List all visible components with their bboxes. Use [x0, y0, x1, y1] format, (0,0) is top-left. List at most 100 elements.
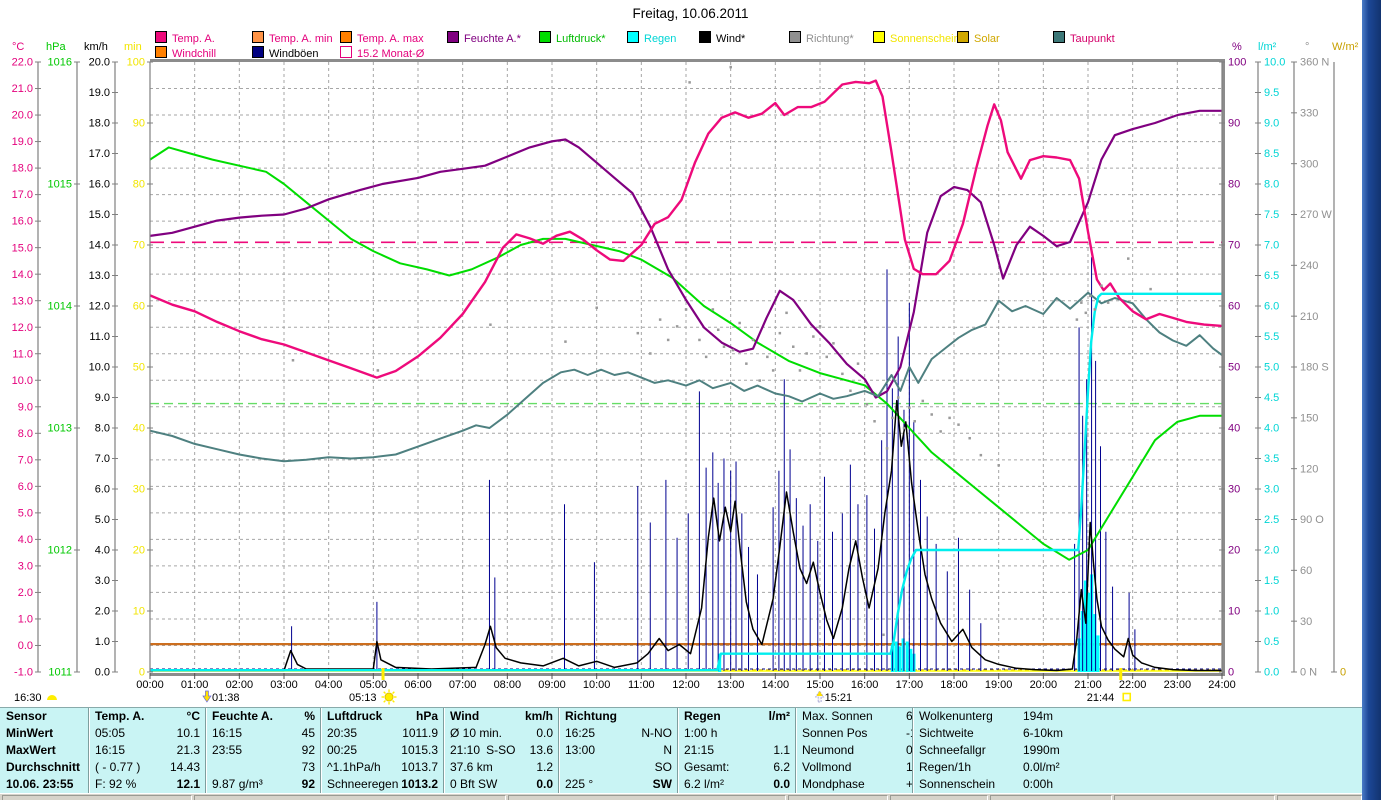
axis-solar-tick-label: 0 — [1340, 667, 1346, 679]
axis-min-tick-label: 10 — [133, 606, 145, 618]
axis-wind-tick-label: 6.0 — [95, 484, 110, 496]
cell-value: 1.2 — [536, 760, 553, 774]
window-edge-strip — [1362, 0, 1381, 800]
info-row: Schneefallgr 1990m — [913, 742, 1363, 759]
table-cell-row: 21:15 1.1 — [678, 742, 796, 759]
marker-moon-set-prev: 16:30 — [14, 692, 57, 704]
cell-time: 20:35 — [327, 726, 358, 740]
cell-value: 1013.7 — [401, 760, 438, 774]
marker-time-label: 21:44 — [1087, 692, 1115, 704]
axis-pct-tick-label: 10 — [1228, 606, 1240, 618]
axis-rain-tick-label: 9.0 — [1264, 118, 1279, 130]
cell-time: 16:15 — [212, 726, 243, 740]
cell-value: 92 — [301, 743, 315, 757]
cell-value: 10.1 — [176, 726, 200, 740]
info-row: Neumond01.07.11 — [796, 742, 913, 759]
cell-time: 05:05 — [95, 726, 126, 740]
axis-min-tick-label: 60 — [133, 301, 145, 313]
axis-wind-tick-label: 12.0 — [89, 301, 110, 313]
x-axis-label: 11:00 — [628, 679, 655, 691]
gridlines — [150, 62, 1222, 672]
table-info-col-0: Max. Sonnen61,611°Sonnen Pos-12,770°Neum… — [795, 708, 913, 793]
statusbar-segment — [990, 795, 1112, 800]
axis-wind-tick-label: 20.0 — [89, 57, 110, 69]
marker-moonrise: 15:21 — [814, 690, 852, 704]
axis-wind-tick-label: 17.0 — [89, 148, 110, 160]
axis-wind-tick-label: 16.0 — [89, 179, 110, 191]
axis-temp-tick-label: 16.0 — [12, 216, 33, 228]
info-row: Regen/1h 0.0l/m² — [913, 759, 1363, 776]
table-cell-row: Schneeregen 1013.2 — [321, 776, 444, 793]
cell-time: 13:00 — [565, 743, 596, 757]
cell-value: 73 — [301, 760, 315, 774]
axis-dir-tick-label: 360 N — [1300, 57, 1329, 69]
table-cell-row: Gesamt: 6.2 — [678, 759, 796, 776]
cell-value — [717, 725, 790, 742]
x-axis-label: 10:00 — [583, 679, 611, 691]
x-axis-label: 04:00 — [315, 679, 343, 691]
info-label: Sonnen Pos — [802, 726, 868, 740]
axis-min-tick-label: 100 — [127, 57, 145, 69]
axis-temp-tick-label: 0.0 — [18, 640, 33, 652]
weather-app-window: Freitag, 10.06.2011 Temp. A. Temp. A. min… — [0, 0, 1381, 800]
info-label: Wolkenunterg — [919, 709, 993, 723]
axis-hpa-tick-label: 1011 — [48, 667, 72, 679]
axis-rain-tick-label: 0.5 — [1264, 636, 1279, 648]
axis-dir-tick-label: 120 — [1300, 463, 1318, 475]
table-col-feuchte-a-: Feuchte A.% 16:15 45 23:55 92 73 9.87 g/m³ 92 — [205, 708, 321, 793]
axis-pct-tick-label: 0 — [1228, 667, 1234, 679]
axis-temp-tick-label: 2.0 — [18, 587, 33, 599]
axis-temp-tick-label: 5.0 — [18, 507, 33, 519]
table-cell-row: 6.2 l/m² 0.0 — [678, 776, 796, 793]
cell-value: 12.1 — [176, 777, 200, 791]
axis-rain-tick-label: 5.0 — [1264, 362, 1279, 374]
x-axis-label: 24:00 — [1208, 679, 1236, 691]
cell-time: ^1.1hPa/h — [327, 760, 381, 774]
marker-moonset: 01:38 — [202, 690, 240, 704]
column-header: Luftdruck — [327, 709, 383, 723]
info-value: 0:00h — [1023, 777, 1054, 791]
axis-min-tick-label: 50 — [133, 362, 145, 374]
info-value: 6-10km — [1023, 726, 1064, 740]
x-axis-label: 19:00 — [985, 679, 1013, 691]
axis-solar: 0 W/m² — [1331, 41, 1359, 679]
x-axis-label: 14:00 — [762, 679, 790, 691]
axis-wind-tick-label: 0.0 — [95, 667, 110, 679]
marker-time-label: 01:38 — [212, 692, 240, 704]
table-cell-row: 16:15 21.3 — [89, 742, 206, 759]
axis-hpa-header: hPa — [46, 41, 66, 53]
column-unit: l/m² — [768, 709, 790, 723]
axis-temp-tick-label: -1.0 — [14, 667, 33, 679]
x-axis-label: 01:00 — [181, 679, 209, 691]
table-cell-row: 225 ° SW — [559, 776, 678, 793]
axis-temp-tick-label: 19.0 — [12, 136, 33, 148]
axis-rain-tick-label: 0.0 — [1264, 667, 1279, 679]
axis-rain-tick-label: 1.0 — [1264, 606, 1279, 618]
axis-dir-tick-label: 330 — [1300, 107, 1318, 119]
table-cell-row: 1:00 h — [678, 725, 796, 742]
column-unit: hPa — [415, 709, 438, 723]
axis-dir-tick-label: 270 W — [1300, 209, 1332, 221]
axis-wind-tick-label: 3.0 — [95, 575, 110, 587]
axis-rain-tick-label: 4.5 — [1264, 392, 1279, 404]
x-axis-label: 00:00 — [136, 679, 164, 691]
axis-solar-header: W/m² — [1332, 41, 1359, 53]
table-cell-row: ^1.1hPa/h 1013.7 — [321, 759, 444, 776]
statusbar-segment — [194, 795, 506, 800]
info-row: Mondphase+ 71% — [796, 776, 913, 793]
column-header: Temp. A. — [95, 709, 145, 723]
axis-rain-tick-label: 5.5 — [1264, 331, 1279, 343]
cell-time: Gesamt: — [684, 760, 730, 774]
column-unit: °C — [186, 709, 200, 723]
x-axis-label: 16:00 — [851, 679, 879, 691]
axis-temp-tick-label: 1.0 — [18, 614, 33, 626]
cell-time: 16:15 — [95, 743, 126, 757]
axis-temp-tick-label: 18.0 — [12, 163, 33, 175]
info-row: Vollmond15.06.11 — [796, 759, 913, 776]
table-cell-row: F: 92 % 12.1 — [89, 776, 206, 793]
axis-rain-header: l/m² — [1258, 41, 1277, 53]
axis-wind-tick-label: 10.0 — [89, 362, 110, 374]
cell-time: 00:25 — [327, 743, 358, 757]
axis-temp-tick-label: 17.0 — [12, 189, 33, 201]
axis-dir-tick-label: 300 — [1300, 158, 1318, 170]
